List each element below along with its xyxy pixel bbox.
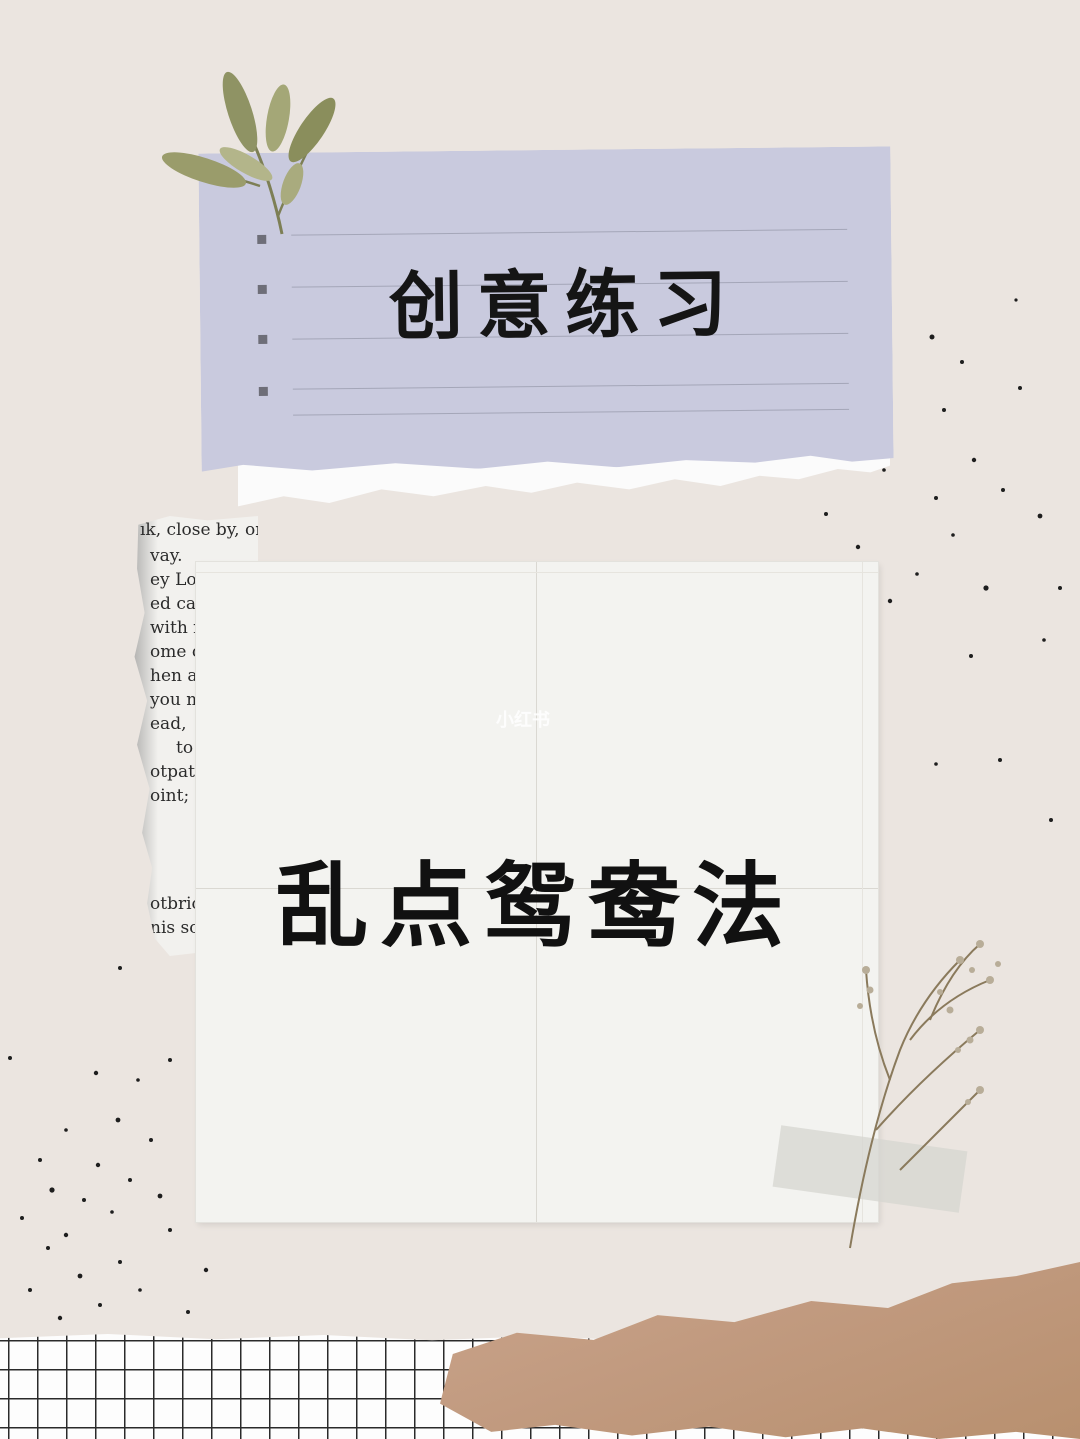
bullet-square: [258, 335, 267, 344]
newspaper-line: to: [176, 738, 194, 758]
main-paper-square: 小红书 乱点鸳鸯法: [196, 562, 878, 1222]
newspaper-line: ey Lo: [150, 570, 197, 590]
newspaper-line: otbric: [150, 894, 202, 914]
ruled-line: [293, 383, 849, 390]
ruled-line: [293, 409, 849, 416]
dried-flower-icon: [849, 940, 1001, 1249]
watermark: 小红书: [496, 710, 550, 731]
bullet-square: [258, 285, 267, 294]
scatter-dots-left: [8, 966, 209, 1321]
title-text: 创意练习: [388, 260, 742, 351]
newspaper-line: nis so: [150, 918, 200, 938]
newspaper-line: ık, close by, or: [140, 520, 264, 540]
newspaper-line: you m: [150, 690, 203, 710]
ruled-line: [291, 229, 847, 236]
newspaper-line: vay.: [150, 546, 183, 566]
leaf-sprig-icon: [161, 71, 336, 235]
newspaper-line: ead,: [150, 714, 187, 734]
bullet-square: [259, 387, 268, 396]
main-title-text: 乱点鸳鸯法: [275, 853, 796, 960]
edge-guide: [196, 572, 878, 573]
newspaper-line: hen a: [150, 666, 198, 686]
